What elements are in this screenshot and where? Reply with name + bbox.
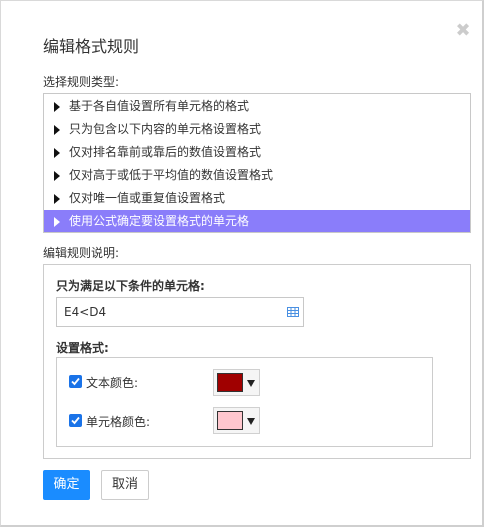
caret-right-icon xyxy=(54,217,60,227)
close-icon[interactable]: ✖ xyxy=(453,21,473,41)
rule-type-item[interactable]: 仅对排名靠前或靠后的数值设置格式 xyxy=(44,141,470,164)
check-icon xyxy=(71,377,80,386)
format-options-panel: 文本颜色: 单元格颜色: xyxy=(56,357,433,447)
condition-label: 只为满足以下条件的单元格: xyxy=(56,279,205,293)
rule-type-item[interactable]: 基于各自值设置所有单元格的格式 xyxy=(44,95,470,118)
dialog-title: 编辑格式规则 xyxy=(43,37,140,56)
text-color-checkbox[interactable] xyxy=(69,375,82,388)
rule-type-item[interactable]: 仅对高于或低于平均值的数值设置格式 xyxy=(44,164,470,187)
rule-type-list: 基于各自值设置所有单元格的格式 只为包含以下内容的单元格设置格式 仅对排名靠前或… xyxy=(43,93,471,233)
text-color-swatch xyxy=(217,373,243,392)
cell-color-swatch xyxy=(217,411,243,430)
chevron-down-icon xyxy=(247,418,255,425)
edit-rule-description-label: 编辑规则说明: xyxy=(43,246,120,260)
select-rule-type-label: 选择规则类型: xyxy=(43,75,120,89)
ok-button[interactable]: 确定 xyxy=(43,470,90,500)
caret-right-icon xyxy=(54,102,60,112)
chevron-down-icon xyxy=(247,380,255,387)
rule-description-panel: 只为满足以下条件的单元格: E4<D4 设置格式: 文本颜色: 单元格颜色: xyxy=(43,264,471,459)
rule-type-label: 仅对高于或低于平均值的数值设置格式 xyxy=(69,168,274,182)
caret-right-icon xyxy=(54,148,60,158)
cell-color-label: 单元格颜色: xyxy=(86,415,151,429)
rule-type-label: 仅对排名靠前或靠后的数值设置格式 xyxy=(69,145,262,159)
caret-right-icon xyxy=(54,125,60,135)
range-select-icon[interactable] xyxy=(287,307,299,317)
cancel-button[interactable]: 取消 xyxy=(101,470,149,500)
rule-type-label: 使用公式确定要设置格式的单元格 xyxy=(69,214,250,228)
set-format-label: 设置格式: xyxy=(56,341,109,355)
caret-right-icon xyxy=(54,194,60,204)
rule-type-label: 仅对唯一值或重复值设置格式 xyxy=(69,191,226,205)
check-icon xyxy=(71,416,80,425)
text-color-label: 文本颜色: xyxy=(86,376,139,390)
rule-type-item-selected[interactable]: 使用公式确定要设置格式的单元格 xyxy=(44,210,470,232)
formula-value: E4<D4 xyxy=(64,305,107,319)
rule-type-label: 只为包含以下内容的单元格设置格式 xyxy=(69,122,262,136)
caret-right-icon xyxy=(54,171,60,181)
format-rule-dialog: ✖ 编辑格式规则 选择规则类型: 基于各自值设置所有单元格的格式 只为包含以下内… xyxy=(0,0,484,527)
rule-type-label: 基于各自值设置所有单元格的格式 xyxy=(69,99,250,113)
text-color-picker[interactable] xyxy=(213,369,260,396)
rule-type-item[interactable]: 只为包含以下内容的单元格设置格式 xyxy=(44,118,470,141)
formula-input[interactable]: E4<D4 xyxy=(56,297,304,327)
cell-color-checkbox[interactable] xyxy=(69,414,82,427)
cell-color-picker[interactable] xyxy=(213,407,260,434)
rule-type-item[interactable]: 仅对唯一值或重复值设置格式 xyxy=(44,187,470,210)
